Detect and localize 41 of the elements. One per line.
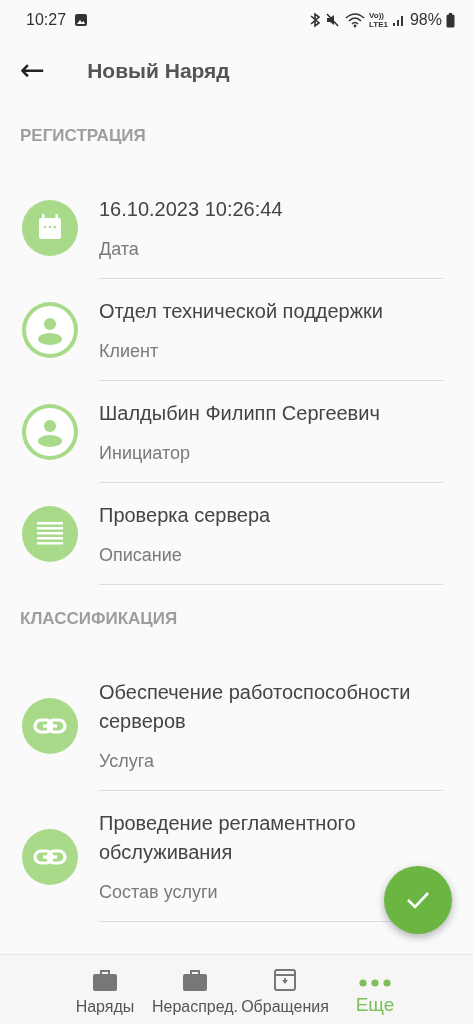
battery-percent: 98% [409,11,442,29]
link-icon [22,828,78,885]
more-icon [358,978,392,988]
nav-tab[interactable]: Нераспред. [150,955,240,1024]
image-icon [74,13,89,27]
mute-icon [325,12,341,28]
volte-label: Vo)) [369,11,385,20]
section-header: КЛАССИФИКАЦИЯ [19,608,179,630]
field-label: Описание [99,544,182,567]
battery-icon [446,12,455,28]
archive-icon [273,968,297,992]
clock: 10:27 [26,11,67,29]
field-label: Инициатор [99,442,190,465]
field-label: Клиент [99,340,159,363]
bluetooth-icon [309,12,321,28]
field-value[interactable]: Проверка сервера [99,501,271,530]
back-button[interactable]: ← [0,51,56,91]
field-value[interactable]: Отдел технической поддержки [99,297,383,326]
briefcase-icon [182,968,208,992]
lte-label: LTE1 [369,20,388,29]
section-header: РЕГИСТРАЦИЯ [19,125,147,147]
person-icon [22,404,78,460]
calendar-icon [22,200,78,256]
screen-title: Новый Наряд [87,59,230,83]
link-icon [22,697,78,754]
text-lines-icon [22,506,78,562]
signal-icon [391,13,406,27]
confirm-button[interactable] [384,866,452,934]
field-label: Услуга [99,750,154,773]
field-label: Состав услуги [99,881,218,904]
person-icon [22,302,78,358]
wifi-icon [345,12,365,28]
check-icon [406,890,430,910]
briefcase-icon [92,968,118,992]
field-value[interactable]: Шалдыбин Филипп Сергеевич [99,399,380,428]
nav-tab[interactable]: Обращения [240,955,330,1024]
field-value[interactable]: Проведение регламентного обслуживания [99,809,443,867]
field-value[interactable]: 16.10.2023 10:26:44 [99,195,283,224]
field-label: Дата [99,238,139,261]
field-value[interactable]: Обеспечение работоспособности серверов [99,678,443,736]
nav-tab[interactable]: Наряды [60,955,150,1024]
